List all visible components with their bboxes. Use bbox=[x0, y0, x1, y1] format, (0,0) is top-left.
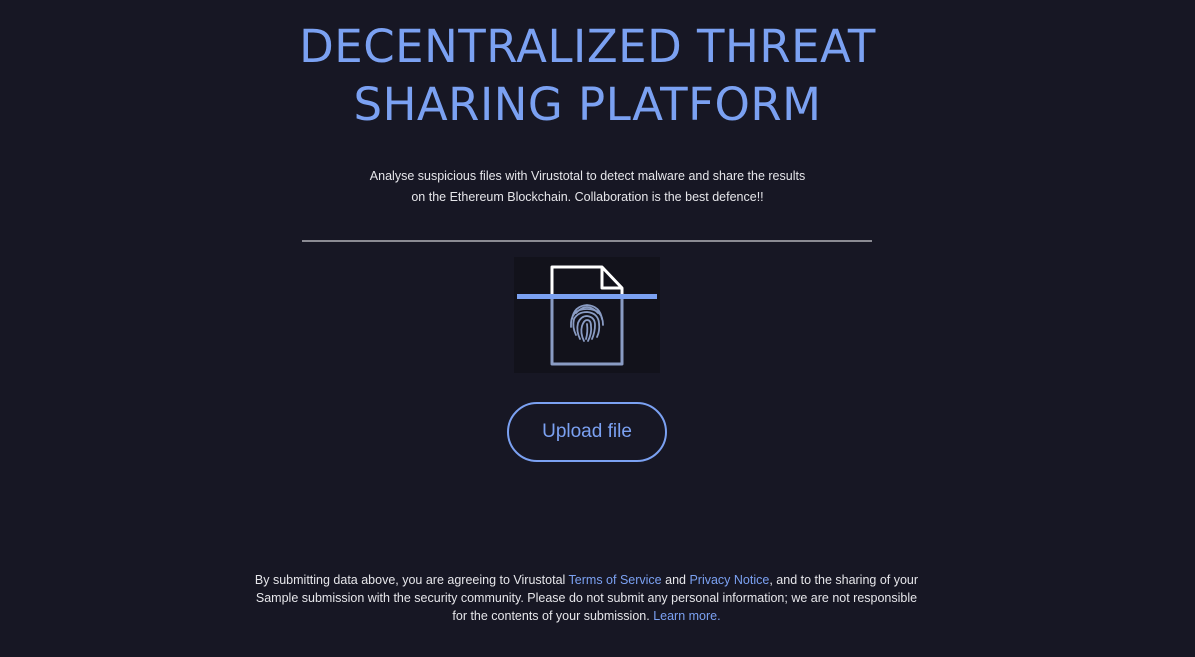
intro-line-1: Analyse suspicious files with Virustotal… bbox=[369, 169, 806, 183]
fingerprint-scan-document-icon bbox=[514, 257, 660, 373]
page-title-line-1: DECENTRALIZED THREAT bbox=[299, 20, 876, 73]
terms-of-service-link[interactable]: Terms of Service bbox=[569, 573, 662, 587]
footer-disclaimer: By submitting data above, you are agreei… bbox=[0, 571, 1173, 625]
privacy-notice-link[interactable]: Privacy Notice bbox=[689, 573, 769, 587]
footer-line-1: By submitting data above, you are agreei… bbox=[0, 571, 1173, 589]
divider bbox=[302, 240, 872, 242]
footer-line-2: Sample submission with the security comm… bbox=[255, 591, 918, 605]
page-title-line-2: SHARING PLATFORM bbox=[353, 78, 822, 131]
footer-text-4: for the contents of your submission. bbox=[452, 609, 654, 623]
footer-line-3: for the contents of your submission. Lea… bbox=[0, 607, 1173, 625]
learn-more-link[interactable]: Learn more. bbox=[653, 609, 720, 623]
footer-text-3: , and to the sharing of your bbox=[769, 573, 919, 587]
intro-line-2: on the Ethereum Blockchain. Collaboratio… bbox=[411, 190, 764, 204]
intro-text: Analyse suspicious files with Virustotal… bbox=[0, 166, 1175, 208]
footer-text-1: By submitting data above, you are agreei… bbox=[254, 573, 569, 587]
page: DECENTRALIZED THREAT SHARING PLATFORM An… bbox=[0, 0, 1195, 657]
footer-text-2: and bbox=[661, 573, 690, 587]
upload-file-button[interactable]: Upload file bbox=[507, 402, 667, 462]
page-title: DECENTRALIZED THREAT SHARING PLATFORM bbox=[0, 18, 1175, 134]
